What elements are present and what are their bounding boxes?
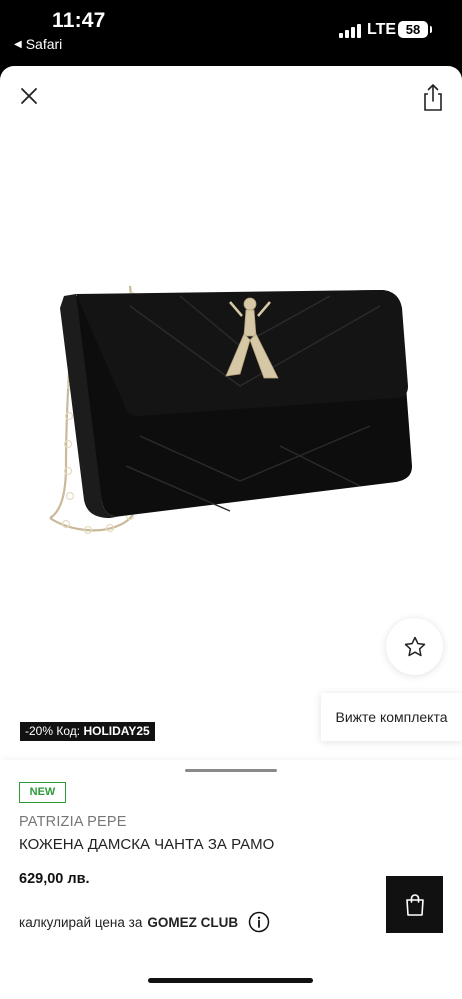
- club-name: GOMEZ CLUB: [147, 914, 239, 930]
- network-type: LTE: [367, 21, 397, 38]
- promo-code-badge: -20% Код: HOLIDAY25: [20, 722, 155, 741]
- close-icon: [21, 88, 37, 104]
- handbag-image: [49, 285, 412, 535]
- share-button[interactable]: [420, 82, 446, 112]
- brand-name[interactable]: PATRIZIA PEPE: [19, 814, 127, 830]
- promo-prefix: -20% Код:: [25, 724, 81, 738]
- club-price-row[interactable]: калкулирай цена за GOMEZ CLUB: [19, 911, 270, 933]
- product-sheet: -20% Код: HOLIDAY25 Вижте комплекта NEW …: [0, 66, 462, 999]
- status-bar: 11:47 ◀ Safari LTE 58: [0, 0, 462, 66]
- new-badge: NEW: [19, 782, 66, 803]
- add-to-cart-button[interactable]: [386, 876, 443, 933]
- back-triangle-icon: ◀: [14, 38, 22, 50]
- product-title: КОЖЕНА ДАМСКА ЧАНТА ЗА РАМО: [19, 836, 275, 853]
- star-outline-icon: [404, 636, 425, 656]
- cellular-signal-icon: [339, 24, 361, 38]
- product-details-panel: NEW PATRIZIA PEPE КОЖЕНА ДАМСКА ЧАНТА ЗА…: [0, 760, 462, 999]
- battery-icon: 58: [398, 21, 432, 38]
- close-button[interactable]: [15, 82, 43, 110]
- view-bundle-button[interactable]: Вижте комплекта: [321, 693, 462, 741]
- sheet-grabber[interactable]: [185, 769, 277, 772]
- promo-code: HOLIDAY25: [83, 724, 150, 738]
- home-indicator: [148, 978, 313, 983]
- back-app-label: Safari: [25, 36, 63, 52]
- clock: 11:47: [52, 9, 106, 32]
- info-icon[interactable]: [248, 911, 270, 933]
- club-text: калкулирай цена за: [19, 914, 143, 930]
- back-to-app-link[interactable]: ◀ Safari: [14, 36, 62, 52]
- shopping-bag-icon: [405, 893, 424, 916]
- product-price: 629,00 лв.: [19, 871, 90, 887]
- favorite-button[interactable]: [386, 618, 443, 675]
- share-icon: [424, 84, 442, 111]
